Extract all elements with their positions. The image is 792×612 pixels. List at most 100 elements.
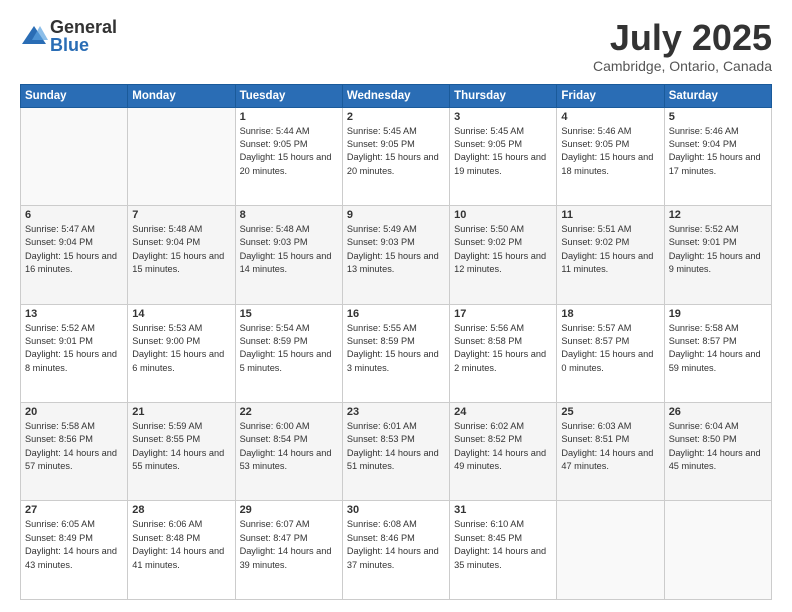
day-number: 18 xyxy=(561,308,659,320)
month-title: July 2025 xyxy=(593,18,772,58)
day-detail: Sunrise: 5:44 AMSunset: 9:05 PMDaylight:… xyxy=(240,125,338,178)
day-detail: Sunrise: 5:52 AMSunset: 9:01 PMDaylight:… xyxy=(25,322,123,375)
page: General Blue July 2025 Cambridge, Ontari… xyxy=(0,0,792,612)
logo-text: General Blue xyxy=(50,18,117,54)
day-number: 16 xyxy=(347,308,445,320)
calendar-day-cell: 29 Sunrise: 6:07 AMSunset: 8:47 PMDayligh… xyxy=(235,501,342,600)
day-detail: Sunrise: 5:45 AMSunset: 9:05 PMDaylight:… xyxy=(347,125,445,178)
calendar-week-row: 13 Sunrise: 5:52 AMSunset: 9:01 PMDayligh… xyxy=(21,304,772,402)
day-header: Tuesday xyxy=(235,84,342,107)
day-number: 2 xyxy=(347,111,445,123)
day-header: Saturday xyxy=(664,84,771,107)
calendar-day-cell xyxy=(664,501,771,600)
calendar-day-cell: 5 Sunrise: 5:46 AMSunset: 9:04 PMDaylight… xyxy=(664,107,771,205)
day-detail: Sunrise: 5:52 AMSunset: 9:01 PMDaylight:… xyxy=(669,223,767,276)
logo-icon xyxy=(20,22,48,50)
day-detail: Sunrise: 5:59 AMSunset: 8:55 PMDaylight:… xyxy=(132,420,230,473)
calendar-week-row: 6Sunrise: 5:47 AMSunset: 9:04 PMDaylight… xyxy=(21,206,772,304)
day-number: 31 xyxy=(454,504,552,516)
calendar-day-cell: 8 Sunrise: 5:48 AMSunset: 9:03 PMDaylight… xyxy=(235,206,342,304)
day-detail: Sunrise: 5:51 AMSunset: 9:02 PMDaylight:… xyxy=(561,223,659,276)
day-number: 19 xyxy=(669,308,767,320)
calendar-day-cell: 24 Sunrise: 6:02 AMSunset: 8:52 PMDayligh… xyxy=(450,403,557,501)
day-header: Friday xyxy=(557,84,664,107)
logo: General Blue xyxy=(20,18,117,54)
day-detail: Sunrise: 6:05 AMSunset: 8:49 PMDaylight:… xyxy=(25,518,123,571)
calendar-day-cell: 16 Sunrise: 5:55 AMSunset: 8:59 PMDayligh… xyxy=(342,304,449,402)
day-number: 12 xyxy=(669,209,767,221)
day-number: 10 xyxy=(454,209,552,221)
day-detail: Sunrise: 5:46 AMSunset: 9:04 PMDaylight:… xyxy=(669,125,767,178)
calendar-week-row: 27Sunrise: 6:05 AMSunset: 8:49 PMDayligh… xyxy=(21,501,772,600)
calendar-day-cell xyxy=(21,107,128,205)
day-header: Monday xyxy=(128,84,235,107)
day-number: 11 xyxy=(561,209,659,221)
calendar-day-cell: 20Sunrise: 5:58 AMSunset: 8:56 PMDayligh… xyxy=(21,403,128,501)
day-number: 3 xyxy=(454,111,552,123)
day-number: 1 xyxy=(240,111,338,123)
day-detail: Sunrise: 5:53 AMSunset: 9:00 PMDaylight:… xyxy=(132,322,230,375)
calendar-day-cell: 7 Sunrise: 5:48 AMSunset: 9:04 PMDaylight… xyxy=(128,206,235,304)
day-number: 20 xyxy=(25,406,123,418)
calendar-day-cell: 14Sunrise: 5:53 AMSunset: 9:00 PMDayligh… xyxy=(128,304,235,402)
calendar-day-cell: 19 Sunrise: 5:58 AMSunset: 8:57 PMDayligh… xyxy=(664,304,771,402)
day-number: 28 xyxy=(132,504,230,516)
day-number: 24 xyxy=(454,406,552,418)
calendar-table: SundayMondayTuesdayWednesdayThursdayFrid… xyxy=(20,84,772,600)
day-detail: Sunrise: 5:48 AMSunset: 9:04 PMDaylight:… xyxy=(132,223,230,276)
day-number: 9 xyxy=(347,209,445,221)
calendar-day-cell: 17Sunrise: 5:56 AMSunset: 8:58 PMDayligh… xyxy=(450,304,557,402)
calendar-day-cell: 13 Sunrise: 5:52 AMSunset: 9:01 PMDayligh… xyxy=(21,304,128,402)
day-number: 13 xyxy=(25,308,123,320)
day-detail: Sunrise: 5:58 AMSunset: 8:57 PMDaylight:… xyxy=(669,322,767,375)
day-detail: Sunrise: 5:48 AMSunset: 9:03 PMDaylight:… xyxy=(240,223,338,276)
day-number: 7 xyxy=(132,209,230,221)
calendar-day-cell xyxy=(557,501,664,600)
calendar-day-cell: 30 Sunrise: 6:08 AMSunset: 8:46 PMDayligh… xyxy=(342,501,449,600)
day-detail: Sunrise: 6:03 AMSunset: 8:51 PMDaylight:… xyxy=(561,420,659,473)
calendar-day-cell: 26Sunrise: 6:04 AMSunset: 8:50 PMDayligh… xyxy=(664,403,771,501)
day-number: 22 xyxy=(240,406,338,418)
calendar-day-cell: 22 Sunrise: 6:00 AMSunset: 8:54 PMDayligh… xyxy=(235,403,342,501)
calendar-day-cell: 1 Sunrise: 5:44 AMSunset: 9:05 PMDaylight… xyxy=(235,107,342,205)
title-block: July 2025 Cambridge, Ontario, Canada xyxy=(593,18,772,74)
day-detail: Sunrise: 5:54 AMSunset: 8:59 PMDaylight:… xyxy=(240,322,338,375)
location-title: Cambridge, Ontario, Canada xyxy=(593,58,772,74)
day-number: 4 xyxy=(561,111,659,123)
day-detail: Sunrise: 6:00 AMSunset: 8:54 PMDaylight:… xyxy=(240,420,338,473)
calendar-day-cell: 6Sunrise: 5:47 AMSunset: 9:04 PMDaylight… xyxy=(21,206,128,304)
calendar-day-cell: 18 Sunrise: 5:57 AMSunset: 8:57 PMDayligh… xyxy=(557,304,664,402)
calendar-week-row: 20Sunrise: 5:58 AMSunset: 8:56 PMDayligh… xyxy=(21,403,772,501)
calendar-day-cell: 27Sunrise: 6:05 AMSunset: 8:49 PMDayligh… xyxy=(21,501,128,600)
calendar-day-cell: 10 Sunrise: 5:50 AMSunset: 9:02 PMDayligh… xyxy=(450,206,557,304)
day-number: 17 xyxy=(454,308,552,320)
day-number: 21 xyxy=(132,406,230,418)
day-detail: Sunrise: 5:55 AMSunset: 8:59 PMDaylight:… xyxy=(347,322,445,375)
day-number: 8 xyxy=(240,209,338,221)
calendar-day-cell: 3 Sunrise: 5:45 AMSunset: 9:05 PMDaylight… xyxy=(450,107,557,205)
day-detail: Sunrise: 5:45 AMSunset: 9:05 PMDaylight:… xyxy=(454,125,552,178)
calendar-header-row: SundayMondayTuesdayWednesdayThursdayFrid… xyxy=(21,84,772,107)
calendar-day-cell xyxy=(128,107,235,205)
day-detail: Sunrise: 5:47 AMSunset: 9:04 PMDaylight:… xyxy=(25,223,123,276)
calendar-day-cell: 23 Sunrise: 6:01 AMSunset: 8:53 PMDayligh… xyxy=(342,403,449,501)
day-number: 30 xyxy=(347,504,445,516)
day-number: 23 xyxy=(347,406,445,418)
calendar-week-row: 1 Sunrise: 5:44 AMSunset: 9:05 PMDaylight… xyxy=(21,107,772,205)
day-detail: Sunrise: 5:50 AMSunset: 9:02 PMDaylight:… xyxy=(454,223,552,276)
day-detail: Sunrise: 5:49 AMSunset: 9:03 PMDaylight:… xyxy=(347,223,445,276)
calendar-day-cell: 15Sunrise: 5:54 AMSunset: 8:59 PMDayligh… xyxy=(235,304,342,402)
day-detail: Sunrise: 5:57 AMSunset: 8:57 PMDaylight:… xyxy=(561,322,659,375)
day-detail: Sunrise: 6:04 AMSunset: 8:50 PMDaylight:… xyxy=(669,420,767,473)
day-detail: Sunrise: 6:01 AMSunset: 8:53 PMDaylight:… xyxy=(347,420,445,473)
day-header: Wednesday xyxy=(342,84,449,107)
day-detail: Sunrise: 6:02 AMSunset: 8:52 PMDaylight:… xyxy=(454,420,552,473)
calendar-day-cell: 12 Sunrise: 5:52 AMSunset: 9:01 PMDayligh… xyxy=(664,206,771,304)
day-header: Sunday xyxy=(21,84,128,107)
day-number: 5 xyxy=(669,111,767,123)
logo-blue: Blue xyxy=(50,36,117,54)
day-number: 29 xyxy=(240,504,338,516)
day-detail: Sunrise: 6:07 AMSunset: 8:47 PMDaylight:… xyxy=(240,518,338,571)
day-detail: Sunrise: 6:08 AMSunset: 8:46 PMDaylight:… xyxy=(347,518,445,571)
calendar-day-cell: 21 Sunrise: 5:59 AMSunset: 8:55 PMDayligh… xyxy=(128,403,235,501)
